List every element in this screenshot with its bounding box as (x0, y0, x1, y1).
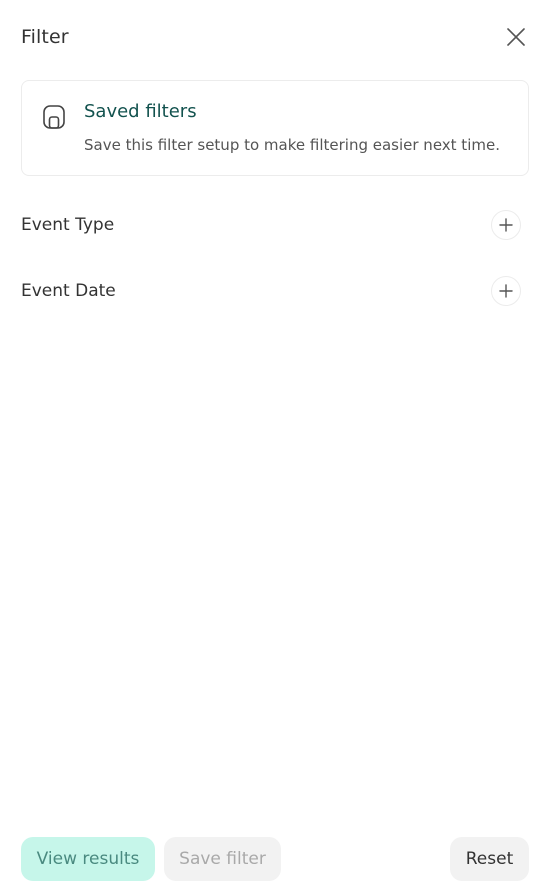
add-event-date-button[interactable] (491, 276, 521, 306)
saved-filters-description: Save this filter setup to make filtering… (84, 136, 500, 154)
filter-row-event-date[interactable]: Event Date (21, 275, 521, 307)
filter-label: Event Date (21, 281, 116, 301)
reset-button[interactable]: Reset (450, 837, 529, 881)
page-title: Filter (21, 26, 69, 48)
add-event-type-button[interactable] (491, 210, 521, 240)
filter-row-event-type[interactable]: Event Type (21, 209, 521, 241)
view-results-button[interactable]: View results (21, 837, 155, 881)
plus-icon (499, 284, 513, 298)
saved-filters-card[interactable]: Saved filters Save this filter setup to … (21, 80, 529, 176)
filter-footer: View results Save filter Reset (21, 837, 529, 882)
close-icon (507, 28, 525, 46)
close-button[interactable] (503, 24, 529, 50)
plus-icon (499, 218, 513, 232)
save-filter-button[interactable]: Save filter (164, 837, 281, 881)
saved-filters-link[interactable]: Saved filters (84, 101, 197, 122)
filter-header: Filter (21, 22, 529, 52)
filter-label: Event Type (21, 215, 115, 235)
filter-panel: Filter Saved filters Save this filter se… (0, 0, 545, 895)
save-icon (41, 104, 67, 130)
